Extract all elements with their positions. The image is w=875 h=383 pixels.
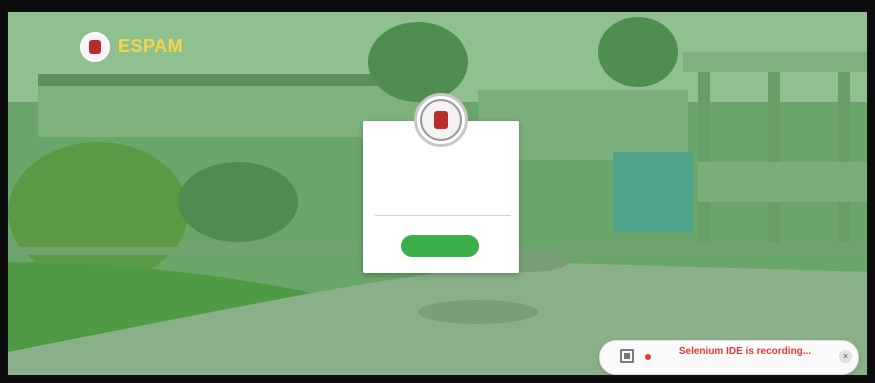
notice-text: Selenium IDE is recording... (678, 346, 812, 357)
browser-viewport: ESPAM Selenium IDE is recording... × (6, 10, 869, 377)
close-icon[interactable]: × (839, 350, 852, 363)
brand-header: ESPAM (80, 32, 183, 62)
university-seal-icon (80, 32, 110, 62)
selenium-icon (620, 349, 634, 363)
login-card (363, 93, 519, 273)
seal-avatar-icon (414, 93, 468, 147)
username-input[interactable] (375, 199, 511, 216)
verify-button[interactable] (401, 235, 479, 257)
brand-name: ESPAM (118, 37, 183, 57)
recording-dot-icon (645, 354, 651, 360)
selenium-recording-notice: Selenium IDE is recording... × (599, 340, 859, 375)
brand-title: ESPAM (118, 36, 184, 56)
